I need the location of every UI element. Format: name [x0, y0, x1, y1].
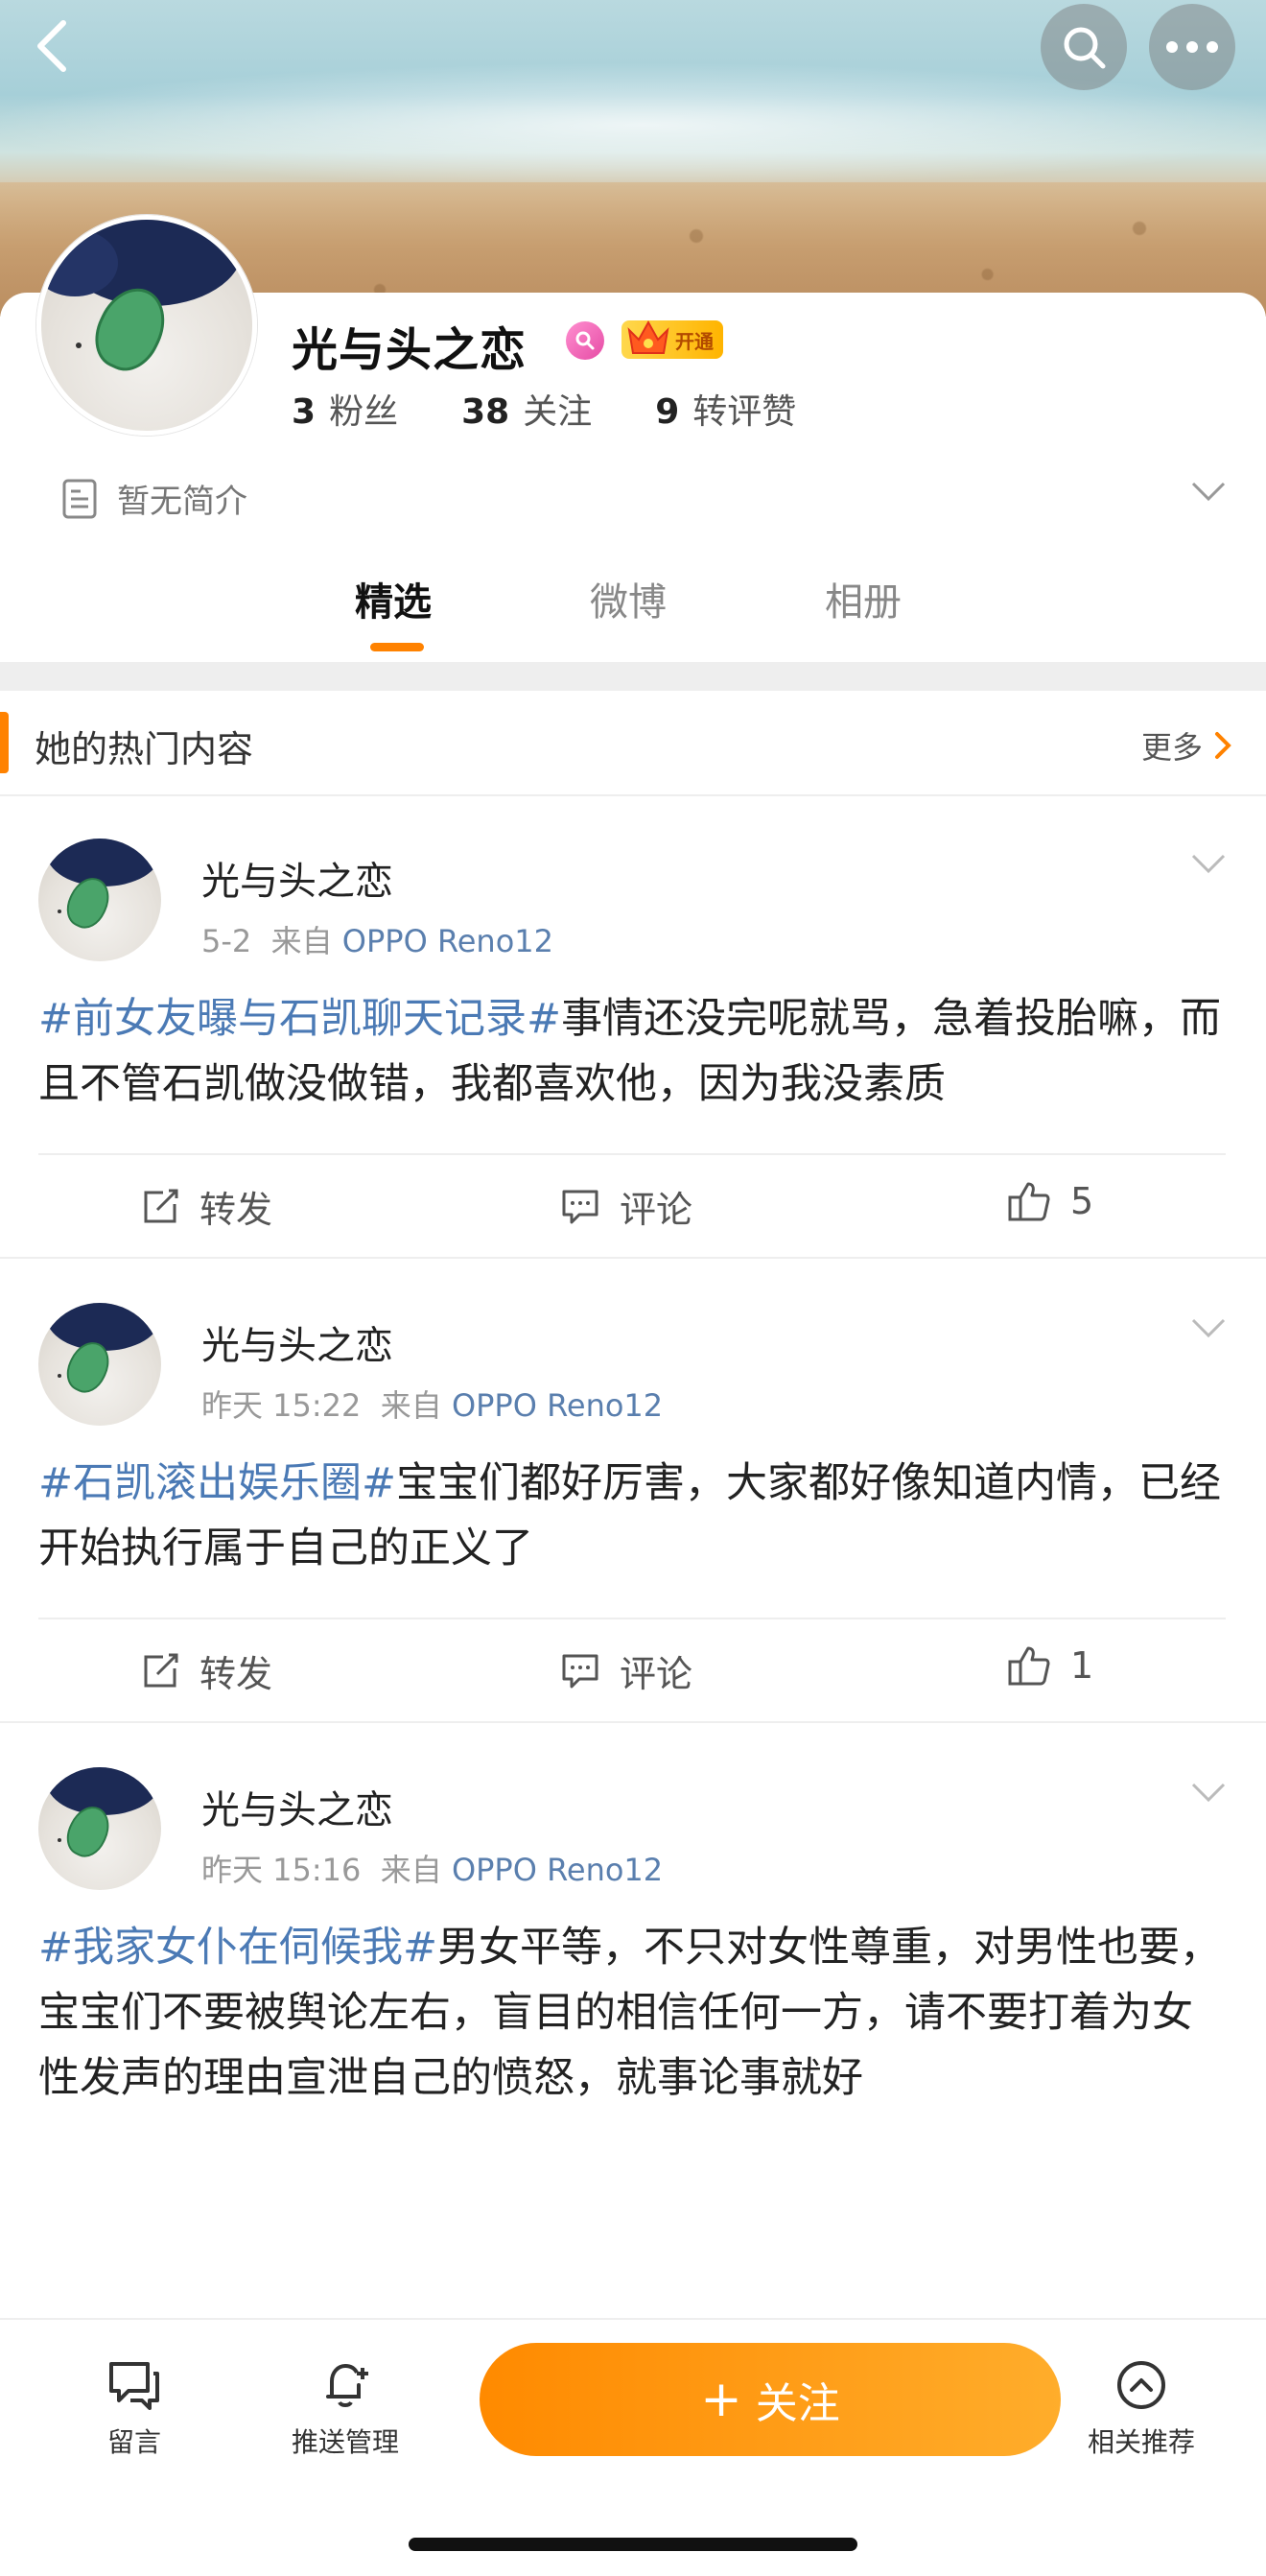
repost-button[interactable]: 转发 — [140, 1180, 272, 1233]
search-icon — [1064, 27, 1106, 69]
message-button[interactable]: 留言 — [106, 2358, 163, 2460]
post-author[interactable]: 光与头之恋 — [201, 1779, 393, 1834]
hashtag-link[interactable]: #石凯滚出娱乐圈# — [38, 1459, 396, 1507]
comment-icon — [562, 1654, 598, 1688]
intro-expand-button[interactable] — [1189, 480, 1228, 507]
like-button[interactable]: 1 — [1007, 1644, 1093, 1687]
post-source[interactable]: OPPO Reno12 — [452, 1852, 663, 1888]
share-icon — [144, 1653, 178, 1687]
post-meta: 昨天 15:22 来自 OPPO Reno12 — [201, 1387, 664, 1424]
share-icon — [144, 1189, 178, 1222]
hot-content-header: 她的热门内容 更多 — [0, 691, 1266, 796]
tab-weibo[interactable]: 微博 — [590, 571, 667, 626]
post-menu-button[interactable] — [1189, 1316, 1228, 1343]
profile-tabs: 精选 微博 相册 — [0, 571, 1266, 648]
stat-following[interactable]: 38 关注 — [461, 384, 592, 434]
post-meta: 5-2 来自 OPPO Reno12 — [201, 923, 553, 959]
comment-button[interactable]: 评论 — [560, 1180, 692, 1233]
post-text[interactable]: #石凯滚出娱乐圈#宝宝们都好厉害，大家都好像知道内情，已经开始执行属于自己的正义… — [38, 1451, 1228, 1581]
more-link[interactable]: 更多 — [1141, 723, 1231, 768]
hashtag-link[interactable]: #我家女仆在伺候我# — [38, 1924, 437, 1972]
like-icon — [1008, 1646, 1050, 1686]
stat-interactions[interactable]: 9 转评赞 — [655, 384, 796, 434]
bell-icon — [326, 2363, 368, 2407]
post-actions: 转发 评论 5 — [38, 1153, 1226, 1261]
like-count: 1 — [1070, 1644, 1094, 1687]
search-button[interactable] — [1041, 4, 1127, 90]
chevron-down-icon — [1191, 1783, 1226, 1803]
comment-button[interactable]: 评论 — [560, 1644, 692, 1697]
back-icon — [37, 20, 66, 72]
chevron-down-icon — [1191, 854, 1226, 874]
vip-badge[interactable]: 开通 — [621, 319, 723, 359]
document-icon — [62, 479, 97, 518]
post-avatar[interactable] — [38, 1303, 161, 1426]
tab-album[interactable]: 相册 — [825, 571, 902, 626]
post-source[interactable]: OPPO Reno12 — [452, 1387, 663, 1424]
profile-intro[interactable]: 暂无简介 — [61, 475, 247, 522]
vip-label: 开通 — [675, 329, 714, 353]
tab-featured[interactable]: 精选 — [355, 571, 432, 626]
chevron-right-icon — [1215, 732, 1231, 759]
post-avatar[interactable] — [38, 839, 161, 961]
accent-bar — [0, 712, 9, 773]
post-menu-button[interactable] — [1189, 852, 1228, 879]
message-icon — [109, 2362, 159, 2410]
plus-icon: + — [700, 2371, 742, 2428]
post-menu-button[interactable] — [1189, 1781, 1228, 1808]
post-meta: 昨天 15:16 来自 OPPO Reno12 — [201, 1852, 664, 1888]
more-button[interactable] — [1149, 4, 1235, 90]
search-badge-icon[interactable] — [566, 321, 604, 360]
like-button[interactable]: 5 — [1007, 1180, 1093, 1222]
push-settings-button[interactable]: 推送管理 — [292, 2358, 399, 2460]
arrow-up-circle-icon — [1117, 2361, 1165, 2409]
profile-stats: 3 粉丝 38 关注 9 转评赞 — [292, 384, 859, 434]
post-avatar[interactable] — [38, 1767, 161, 1890]
post-divider — [0, 1257, 1266, 1259]
post-actions: 转发 评论 1 — [38, 1618, 1226, 1725]
active-tab-indicator — [370, 643, 424, 651]
profile-name: 光与头之恋 — [292, 323, 528, 377]
avatar[interactable] — [36, 215, 257, 436]
section-divider — [0, 662, 1266, 691]
post-text[interactable]: #前女友曝与石凯聊天记录#事情还没完呢就骂，急着投胎嘛，而且不管石凯做没做错，我… — [38, 986, 1228, 1117]
more-icon — [1166, 41, 1218, 53]
back-button[interactable] — [23, 17, 81, 75]
like-icon — [1008, 1182, 1050, 1221]
like-count: 5 — [1070, 1180, 1094, 1222]
crown-icon — [627, 319, 669, 354]
chevron-down-icon — [1191, 1318, 1226, 1338]
related-recommend-button[interactable]: 相关推荐 — [1088, 2358, 1195, 2460]
hashtag-link[interactable]: #前女友曝与石凯聊天记录# — [38, 995, 561, 1043]
hot-content-title: 她的热门内容 — [35, 728, 254, 770]
post-divider — [0, 1721, 1266, 1723]
chevron-down-icon — [1191, 482, 1226, 502]
follow-button[interactable]: + 关注 — [480, 2343, 1061, 2456]
comment-icon — [562, 1190, 598, 1223]
post-author[interactable]: 光与头之恋 — [201, 1314, 393, 1370]
home-indicator — [409, 2538, 857, 2551]
repost-button[interactable]: 转发 — [140, 1644, 272, 1697]
post-text[interactable]: #我家女仆在伺候我#男女平等，不只对女性尊重，对男性也要，宝宝们不要被舆论左右，… — [38, 1915, 1228, 2111]
post-source[interactable]: OPPO Reno12 — [342, 923, 553, 959]
post-author[interactable]: 光与头之恋 — [201, 850, 393, 906]
stat-fans[interactable]: 3 粉丝 — [292, 384, 398, 434]
